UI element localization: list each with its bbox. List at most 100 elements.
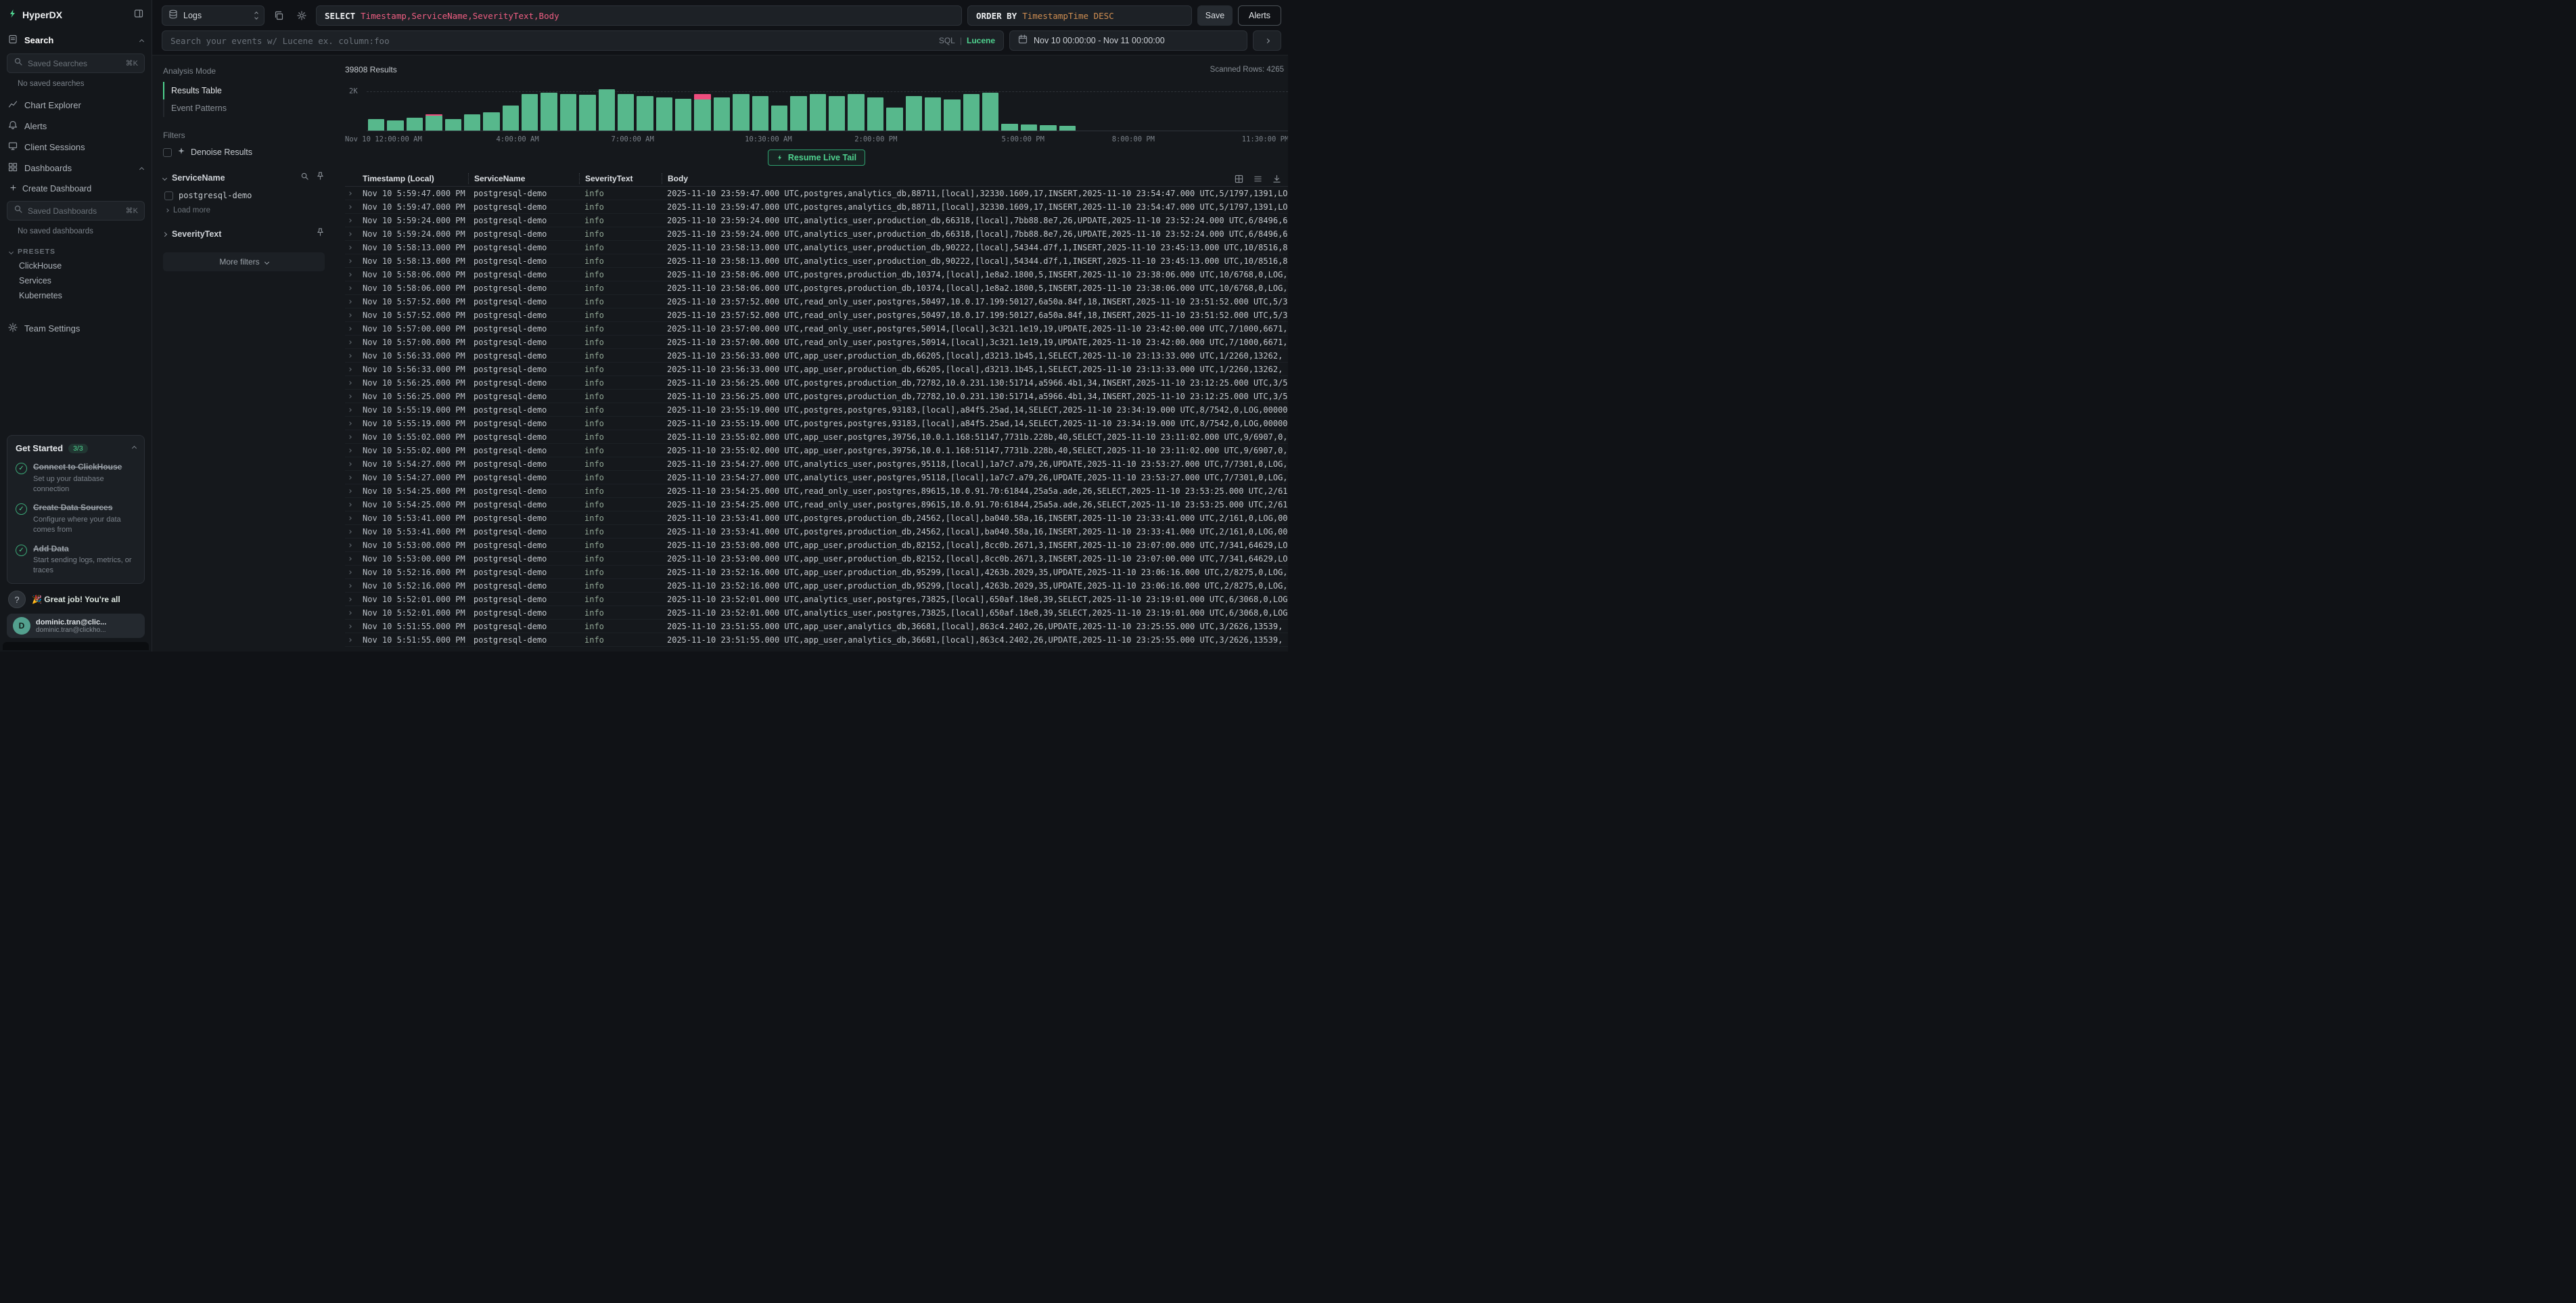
table-row[interactable]: Nov 10 5:53:00.000 PM postgresql-demo in… [345,552,1288,566]
source-settings-button[interactable] [293,7,310,24]
row-expand-chevron[interactable] [345,639,357,641]
event-search-input[interactable]: Search your events w/ Lucene ex. column:… [162,30,1004,51]
alerts-button[interactable]: Alerts [1238,5,1281,26]
row-expand-chevron[interactable] [345,503,357,506]
mode-event-patterns[interactable]: Event Patterns [163,99,325,117]
row-expand-chevron[interactable] [345,557,357,560]
row-expand-chevron[interactable] [345,260,357,262]
row-expand-chevron[interactable] [345,409,357,411]
checkbox[interactable] [163,148,172,157]
preset-clickhouse[interactable]: ClickHouse [0,258,152,273]
mode-lucene[interactable]: Lucene [967,36,995,45]
preset-services[interactable]: Services [0,273,152,288]
create-dashboard-button[interactable]: Create Dashboard [0,179,152,198]
row-expand-chevron[interactable] [345,463,357,465]
row-expand-chevron[interactable] [345,598,357,601]
column-severitytext[interactable]: SeverityText [579,173,662,184]
row-expand-chevron[interactable] [345,585,357,587]
row-expand-chevron[interactable] [345,341,357,344]
sidebar-item-team-settings[interactable]: Team Settings [0,318,152,339]
row-expand-chevron[interactable] [345,246,357,249]
row-expand-chevron[interactable] [345,612,357,614]
table-row[interactable]: Nov 10 5:51:55.000 PM postgresql-demo in… [345,633,1288,647]
table-row[interactable]: Nov 10 5:55:19.000 PM postgresql-demo in… [345,417,1288,430]
run-search-button[interactable] [1253,30,1281,51]
row-density-icon[interactable] [1251,173,1264,185]
row-expand-chevron[interactable] [345,287,357,290]
saved-searches-input[interactable]: Saved Searches ⌘K [7,53,145,73]
pin-icon[interactable] [316,228,325,240]
table-row[interactable]: Nov 10 5:53:41.000 PM postgresql-demo in… [345,511,1288,525]
pin-icon[interactable] [316,172,325,184]
table-row[interactable]: Nov 10 5:57:00.000 PM postgresql-demo in… [345,336,1288,349]
table-row[interactable]: Nov 10 5:52:01.000 PM postgresql-demo in… [345,593,1288,606]
row-expand-chevron[interactable] [345,206,357,208]
table-row[interactable]: Nov 10 5:53:00.000 PM postgresql-demo in… [345,539,1288,552]
row-expand-chevron[interactable] [345,436,357,438]
sidebar-item-client-sessions[interactable]: Client Sessions [0,137,152,158]
row-expand-chevron[interactable] [345,314,357,317]
help-button[interactable]: ? [8,591,26,608]
sidebar-item-search[interactable]: Search [0,30,152,51]
select-clause-input[interactable]: SELECTTimestamp,ServiceName,SeverityText… [316,5,962,26]
row-expand-chevron[interactable] [345,571,357,574]
table-row[interactable]: Nov 10 5:59:24.000 PM postgresql-demo in… [345,214,1288,227]
row-expand-chevron[interactable] [345,490,357,493]
row-expand-chevron[interactable] [345,544,357,547]
column-body[interactable]: Body [662,173,1288,184]
preset-kubernetes[interactable]: Kubernetes [0,288,152,303]
filter-search-icon[interactable] [300,172,309,184]
table-row[interactable]: Nov 10 5:58:13.000 PM postgresql-demo in… [345,254,1288,268]
table-row[interactable]: Nov 10 5:52:16.000 PM postgresql-demo in… [345,566,1288,579]
order-by-input[interactable]: ORDER BYTimestampTime DESC [967,5,1192,26]
table-row[interactable]: Nov 10 5:55:02.000 PM postgresql-demo in… [345,444,1288,457]
table-row[interactable]: Nov 10 5:59:47.000 PM postgresql-demo in… [345,200,1288,214]
table-row[interactable]: Nov 10 5:53:41.000 PM postgresql-demo in… [345,525,1288,539]
table-settings-icon[interactable] [1233,173,1245,185]
source-select[interactable]: Logs [162,5,264,26]
table-row[interactable]: Nov 10 5:56:25.000 PM postgresql-demo in… [345,376,1288,390]
get-started-header[interactable]: Get Started 3/3 [16,443,136,453]
row-expand-chevron[interactable] [345,625,357,628]
table-row[interactable]: Nov 10 5:54:25.000 PM postgresql-demo in… [345,498,1288,511]
download-icon[interactable] [1270,173,1283,185]
sidebar-item-dashboards[interactable]: Dashboards [0,158,152,179]
table-row[interactable]: Nov 10 5:52:16.000 PM postgresql-demo in… [345,579,1288,593]
row-expand-chevron[interactable] [345,233,357,235]
table-row[interactable]: Nov 10 5:56:33.000 PM postgresql-demo in… [345,349,1288,363]
table-row[interactable]: Nov 10 5:58:13.000 PM postgresql-demo in… [345,241,1288,254]
table-row[interactable]: Nov 10 5:57:52.000 PM postgresql-demo in… [345,308,1288,322]
time-range-picker[interactable]: Nov 10 00:00:00 - Nov 11 00:00:00 [1009,30,1247,51]
row-expand-chevron[interactable] [345,273,357,276]
row-expand-chevron[interactable] [345,327,357,330]
resume-live-tail-button[interactable]: Resume Live Tail [768,150,865,166]
table-row[interactable]: Nov 10 5:54:25.000 PM postgresql-demo in… [345,484,1288,498]
filter-group-severitytext[interactable]: SeverityText [163,228,325,240]
sidebar-item-alerts[interactable]: Alerts [0,116,152,137]
table-row[interactable]: Nov 10 5:51:55.000 PM postgresql-demo in… [345,620,1288,633]
row-expand-chevron[interactable] [345,476,357,479]
filter-group-servicename[interactable]: ServiceName [163,172,325,184]
row-expand-chevron[interactable] [345,449,357,452]
collapse-sidebar-icon[interactable] [134,9,143,22]
load-more-button[interactable]: Load more [166,206,325,214]
table-row[interactable]: Nov 10 5:56:33.000 PM postgresql-demo in… [345,363,1288,376]
table-row[interactable]: Nov 10 5:55:02.000 PM postgresql-demo in… [345,430,1288,444]
table-row[interactable]: Nov 10 5:54:27.000 PM postgresql-demo in… [345,471,1288,484]
checkbox[interactable] [164,191,173,200]
row-expand-chevron[interactable] [345,355,357,357]
presets-section-toggle[interactable]: PRESETS [0,242,152,258]
mode-sql[interactable]: SQL [939,36,955,45]
hyperdx-logo[interactable]: HyperDX [8,9,62,22]
row-expand-chevron[interactable] [345,368,357,371]
get-started-step[interactable]: ✓ Connect to ClickHouse Set up your data… [16,462,136,494]
table-row[interactable]: Nov 10 5:56:25.000 PM postgresql-demo in… [345,390,1288,403]
table-row[interactable]: Nov 10 5:58:06.000 PM postgresql-demo in… [345,281,1288,295]
save-button[interactable]: Save [1197,5,1233,26]
table-row[interactable]: Nov 10 5:59:47.000 PM postgresql-demo in… [345,187,1288,200]
more-filters-button[interactable]: More filters [163,252,325,271]
table-row[interactable]: Nov 10 5:54:27.000 PM postgresql-demo in… [345,457,1288,471]
row-expand-chevron[interactable] [345,530,357,533]
row-expand-chevron[interactable] [345,422,357,425]
table-row[interactable]: Nov 10 5:55:19.000 PM postgresql-demo in… [345,403,1288,417]
